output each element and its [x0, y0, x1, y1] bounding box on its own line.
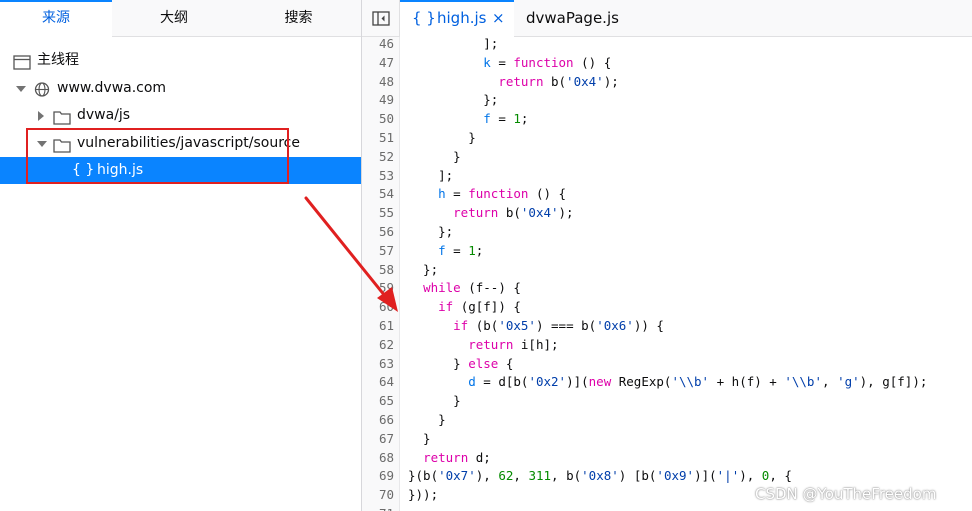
code-line: return b('0x4');	[453, 205, 574, 221]
line-number[interactable]: 61	[362, 316, 394, 335]
code-line: ];	[408, 167, 454, 183]
line-number[interactable]: 47	[362, 53, 394, 72]
panel-tabs: 来源 大纲 搜索	[0, 0, 361, 37]
tree-item-label: high.js	[97, 162, 144, 178]
tree-item-label: www.dvwa.com	[57, 80, 167, 96]
code-line: }	[408, 393, 461, 409]
line-number[interactable]: 64	[362, 372, 394, 391]
code-line: return i[h];	[468, 336, 559, 352]
tab-dvwapage-js[interactable]: dvwaPage.js	[514, 0, 624, 37]
line-number-gutter: 46 47 48 49 50 51 52 53 54 55 56 57 58 59 60 61 62 63 64 65…	[362, 37, 400, 511]
braces-icon: { }	[412, 9, 436, 27]
globe-icon	[34, 81, 52, 97]
code-line: ];	[408, 37, 499, 51]
line-number[interactable]: 50	[362, 109, 394, 128]
code-line: while (f--) {	[423, 280, 521, 296]
code-line: return b('0x4');	[498, 73, 619, 89]
code-line: };	[408, 224, 454, 239]
tree-item-label: 主线程	[37, 52, 79, 68]
collapse-arrow-icon[interactable]	[36, 102, 48, 129]
tree-item-source-folder[interactable]: vulnerabilities/javascript/source	[0, 130, 361, 157]
tab-sources[interactable]: 来源	[0, 0, 112, 37]
code-line: }	[408, 430, 431, 446]
source-editor: { } high.js × dvwaPage.js 46 47 48 49 50 51 52…	[362, 0, 972, 511]
line-number[interactable]: 63	[362, 354, 394, 373]
sources-panel: 来源 大纲 搜索 主线程 www.dvwa.com dvwa/js vulner…	[0, 0, 362, 511]
tab-outline[interactable]: 大纲	[112, 0, 236, 37]
line-number[interactable]: 56	[362, 222, 394, 241]
line-number[interactable]: 62	[362, 335, 394, 354]
code-area[interactable]: ]; k = function () { return b('0x4'); };…	[400, 37, 972, 511]
line-number[interactable]: 71	[362, 504, 394, 511]
line-number[interactable]: 53	[362, 166, 394, 185]
expand-arrow-icon[interactable]	[36, 130, 48, 157]
tree-item-label: dvwa/js	[77, 107, 131, 123]
line-number[interactable]: 59	[362, 278, 394, 297]
sidebar-toggle-icon	[372, 11, 390, 26]
code-line: f = 1;	[438, 242, 484, 258]
code-line: }	[408, 148, 461, 164]
tab-search[interactable]: 搜索	[236, 0, 361, 37]
line-number[interactable]: 54	[362, 184, 394, 203]
tab-label: dvwaPage.js	[526, 9, 619, 27]
line-number[interactable]: 65	[362, 391, 394, 410]
window-icon	[13, 53, 31, 70]
tree-item-label: vulnerabilities/javascript/source	[77, 135, 300, 151]
braces-icon: { }	[72, 162, 95, 178]
line-number[interactable]: 55	[362, 203, 394, 222]
line-number[interactable]: 52	[362, 147, 394, 166]
tree-item-high-js[interactable]: { } high.js	[0, 157, 361, 184]
code-line: k = function () {	[483, 54, 612, 70]
line-number[interactable]: 69	[362, 466, 394, 485]
expand-arrow-icon[interactable]	[15, 75, 27, 102]
code-line: }	[408, 130, 476, 145]
code-line: }));	[408, 487, 439, 503]
tree-item-main-thread[interactable]: 主线程	[0, 47, 361, 74]
line-number[interactable]: 46	[362, 37, 394, 53]
sidebar-toggle-button[interactable]	[362, 0, 400, 37]
code-line: f = 1;	[483, 111, 529, 127]
code-line: if (g[f]) {	[438, 299, 521, 315]
tree-item-dvwa-js[interactable]: dvwa/js	[0, 102, 361, 129]
line-number[interactable]: 66	[362, 410, 394, 429]
code-line: return d;	[423, 449, 491, 465]
watermark: CSDN @YouTheFreedom	[755, 485, 937, 503]
close-icon[interactable]: ×	[492, 0, 505, 37]
code-line: h = function () {	[438, 186, 567, 202]
code-line: d = d[b('0x2')](new RegExp('\\b' + h(f) …	[468, 374, 928, 390]
folder-icon	[53, 108, 71, 125]
line-number[interactable]: 67	[362, 429, 394, 448]
tab-label: high.js	[437, 9, 487, 27]
code-line: } else {	[408, 355, 514, 371]
line-number[interactable]: 51	[362, 128, 394, 147]
code-line: };	[408, 261, 439, 277]
line-number[interactable]: 58	[362, 260, 394, 279]
code-line: }(b('0x7'), 62, 311, b('0x8') [b('0x9')]…	[408, 468, 792, 484]
tab-high-js[interactable]: { } high.js ×	[400, 0, 514, 37]
line-number[interactable]: 49	[362, 90, 394, 109]
code-line: }	[408, 412, 446, 427]
code-line: };	[408, 92, 499, 108]
folder-icon	[53, 136, 71, 153]
editor-tabs: { } high.js × dvwaPage.js	[362, 0, 972, 37]
code-line: if (b('0x5') === b('0x6')) {	[453, 318, 664, 333]
line-number[interactable]: 57	[362, 241, 394, 260]
line-number[interactable]: 48	[362, 72, 394, 91]
line-number[interactable]: 60	[362, 297, 394, 316]
tree-item-domain[interactable]: www.dvwa.com	[0, 75, 361, 102]
line-number[interactable]: 68	[362, 448, 394, 467]
line-number[interactable]: 70	[362, 485, 394, 504]
